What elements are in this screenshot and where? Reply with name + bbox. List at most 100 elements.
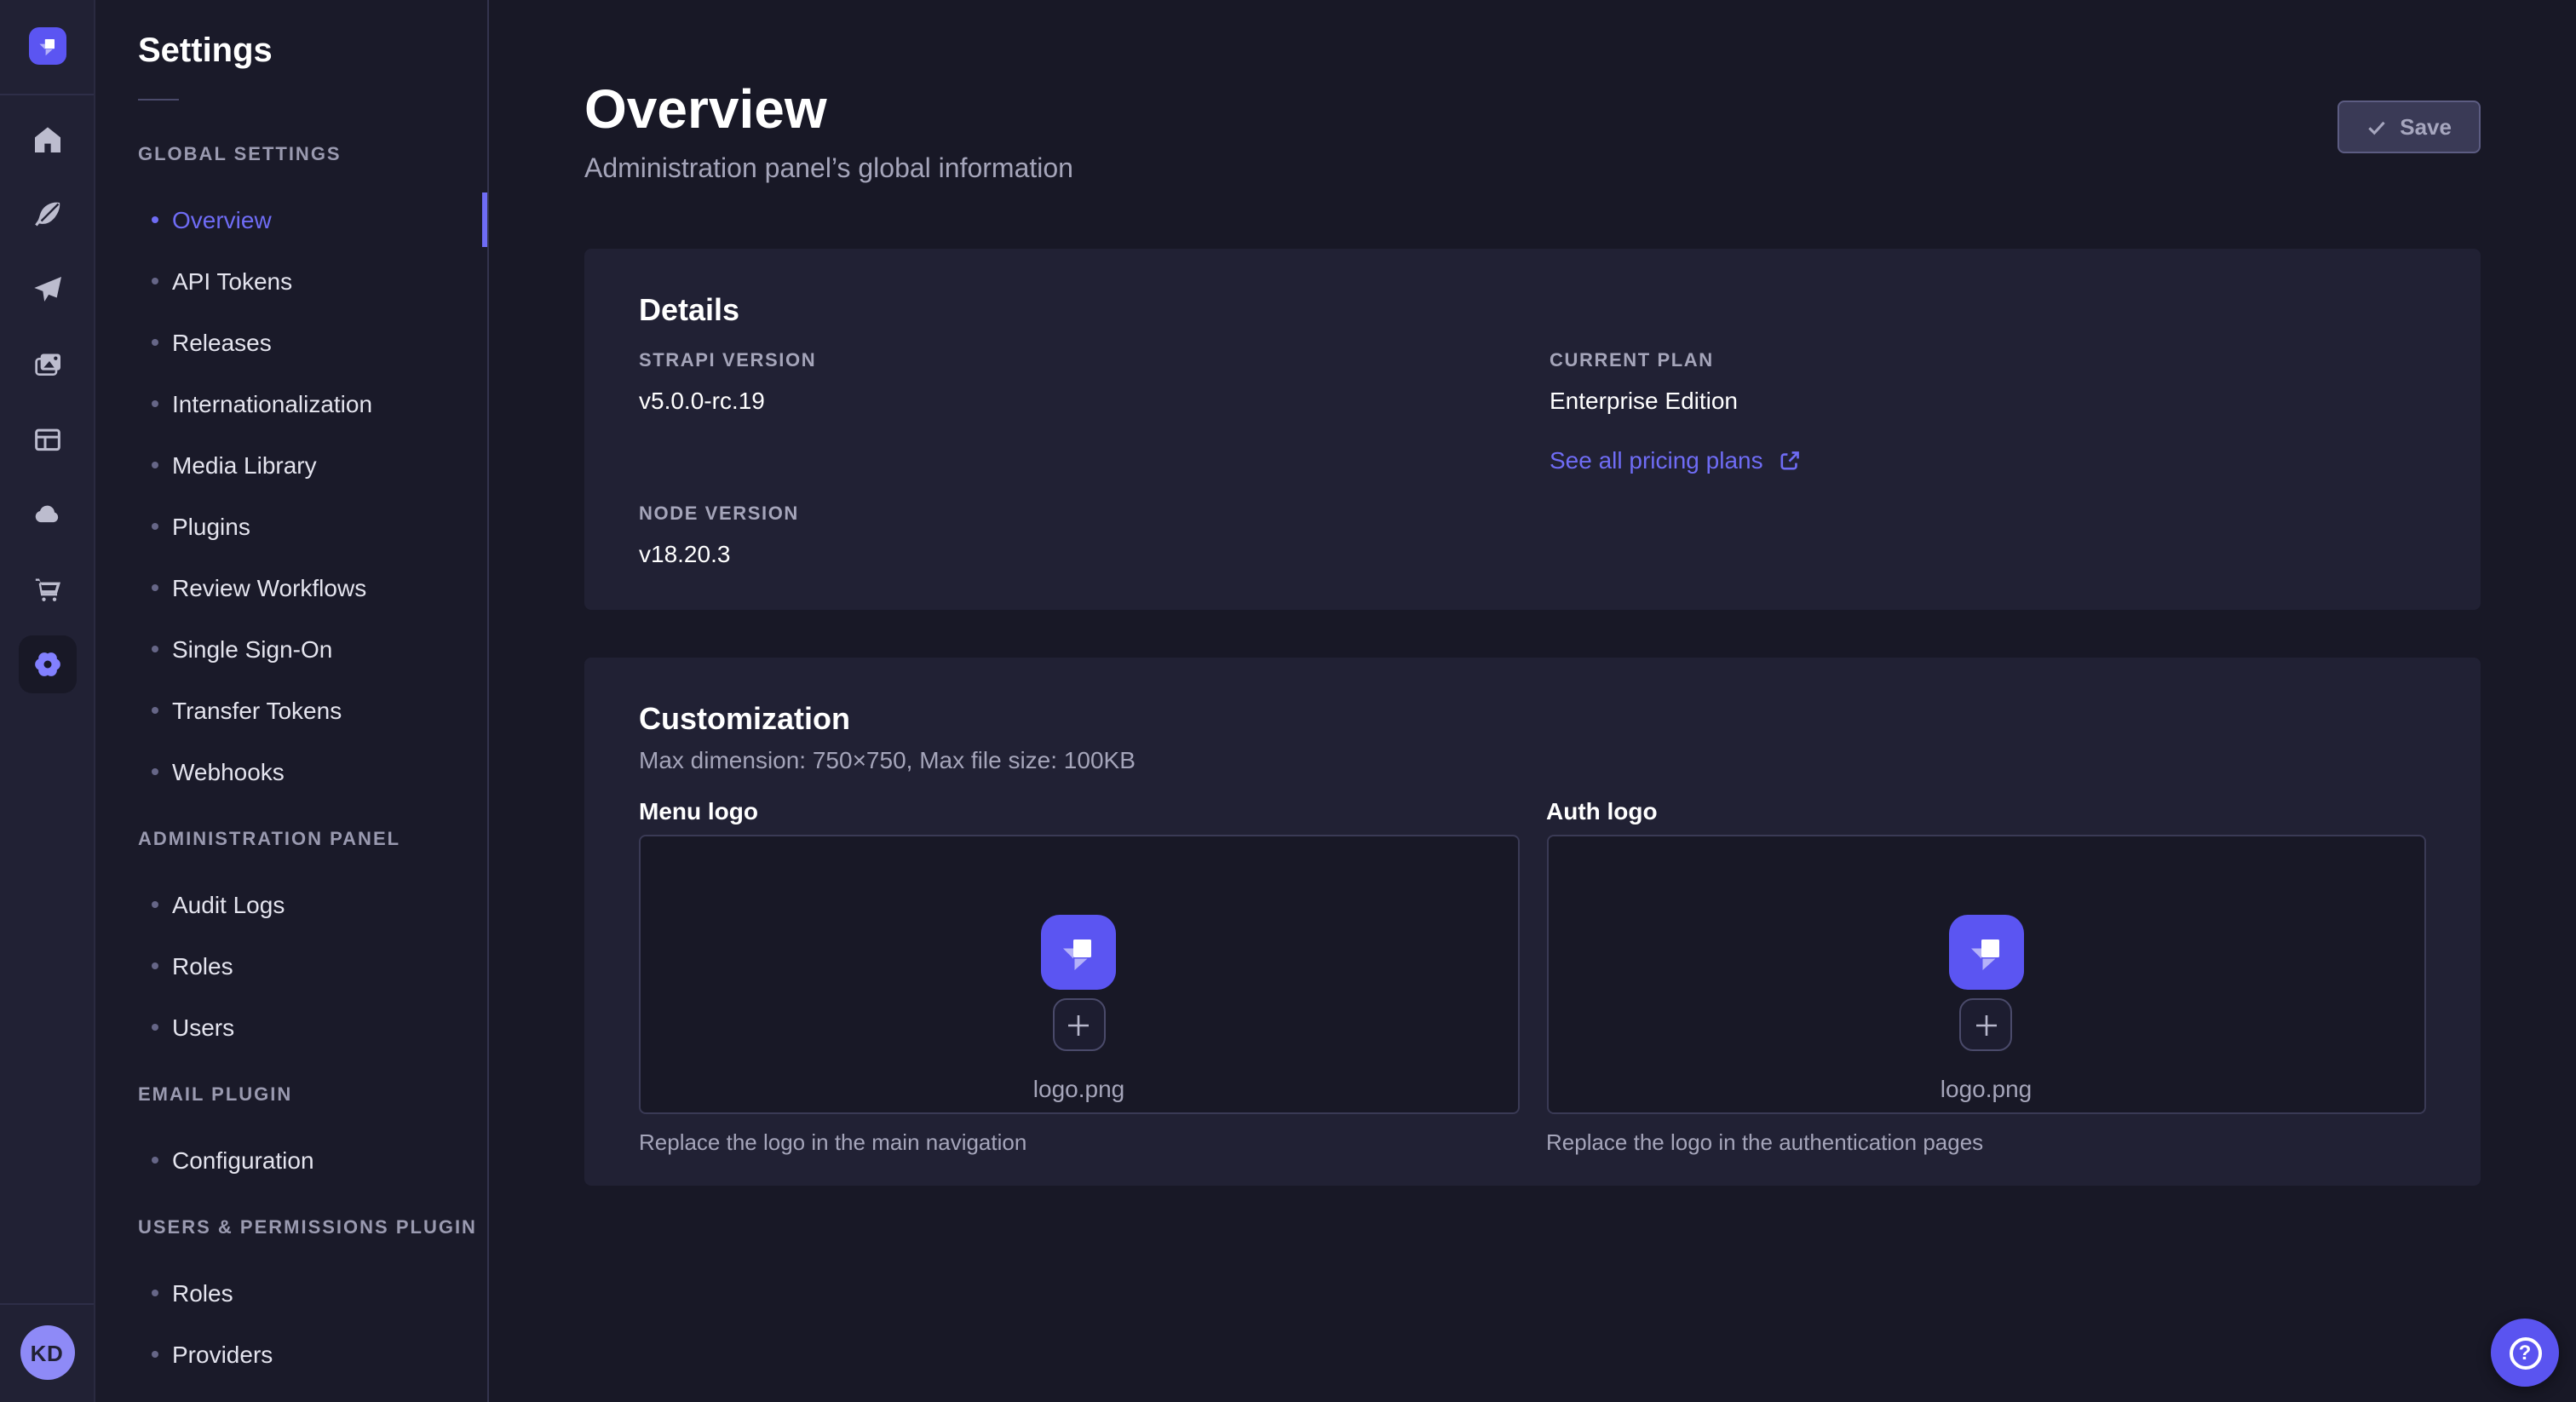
customization-card-subtitle: Max dimension: 750×750, Max file size: 1… [639, 743, 2426, 777]
menu-logo-add-button[interactable] [1053, 998, 1106, 1051]
item-label: Users [172, 1010, 234, 1044]
details-card: Details STRAPI VERSION v5.0.0-rc.19 CURR… [584, 249, 2481, 610]
subnav-item-email-configuration[interactable]: Configuration [95, 1129, 487, 1191]
auth-logo-add-button[interactable] [1960, 998, 2013, 1051]
subnav-item-media-library[interactable]: Media Library [95, 434, 487, 496]
subnav-section-global-settings: GLOBAL SETTINGS Overview API Tokens Rele… [95, 141, 487, 802]
field-value: v18.20.3 [639, 538, 1515, 569]
item-label: Media Library [172, 448, 317, 482]
media-library-icon[interactable] [30, 348, 64, 382]
item-label: Plugins [172, 509, 250, 543]
question-mark-icon: ? [2509, 1336, 2541, 1369]
item-label: Roles [172, 1276, 233, 1310]
main-nav-rail: KD [0, 0, 95, 1402]
field-value: v5.0.0-rc.19 [639, 385, 1515, 416]
field-value: Enterprise Edition [1550, 385, 2426, 416]
app-window: KD Settings GLOBAL SETTINGS Overview API… [0, 0, 2576, 1402]
subnav-item-up-providers[interactable]: Providers [95, 1324, 487, 1385]
item-label: Webhooks [172, 755, 285, 789]
subnav-item-audit-logs[interactable]: Audit Logs [95, 874, 487, 935]
auth-logo-label: Auth logo [1546, 794, 2426, 828]
strapi-version-field: STRAPI VERSION v5.0.0-rc.19 [639, 351, 1515, 477]
details-grid: STRAPI VERSION v5.0.0-rc.19 CURRENT PLAN… [639, 351, 2426, 569]
bullet-icon [152, 462, 158, 468]
strapi-logo[interactable] [28, 27, 66, 65]
bullet-icon [152, 216, 158, 223]
auth-logo-filename: logo.png [1941, 1072, 2032, 1106]
save-button-label: Save [2400, 114, 2452, 140]
bullet-icon [152, 646, 158, 652]
settings-gear-icon [30, 647, 64, 681]
customization-card-title: Customization [639, 698, 2426, 739]
rail-icon-list [18, 95, 76, 693]
pricing-plans-link[interactable]: See all pricing plans [1550, 443, 1801, 477]
bullet-icon [152, 400, 158, 407]
customization-card: Customization Max dimension: 750×750, Ma… [584, 658, 2481, 1186]
settings-subnav: Settings GLOBAL SETTINGS Overview API To… [95, 0, 489, 1402]
auth-logo-preview [1949, 915, 2024, 990]
strapi-logo-icon [1054, 927, 1105, 978]
home-icon[interactable] [30, 123, 64, 157]
item-label: Transfer Tokens [172, 693, 342, 727]
subnav-item-webhooks[interactable]: Webhooks [95, 741, 487, 802]
bullet-icon [152, 1157, 158, 1164]
subnav-item-plugins[interactable]: Plugins [95, 496, 487, 557]
bullet-icon [152, 901, 158, 908]
subnav-item-admin-roles[interactable]: Roles [95, 935, 487, 997]
subnav-title: Settings [138, 31, 446, 72]
settings-gear-button[interactable] [18, 635, 76, 693]
pricing-plans-link-label: See all pricing plans [1550, 443, 1763, 477]
subnav-item-up-roles[interactable]: Roles [95, 1262, 487, 1324]
menu-logo-dropzone[interactable]: logo.png [639, 835, 1519, 1114]
menu-logo-preview [1042, 915, 1117, 990]
field-label: CURRENT PLAN [1550, 351, 2426, 373]
menu-logo-field: Menu logo [639, 794, 1519, 1158]
save-button[interactable]: Save [2337, 101, 2481, 153]
help-button[interactable]: ? [2491, 1319, 2559, 1387]
menu-logo-label: Menu logo [639, 794, 1519, 828]
subnav-item-internationalization[interactable]: Internationalization [95, 373, 487, 434]
section-label: GLOBAL SETTINGS [95, 141, 487, 169]
content-manager-feather-icon[interactable] [30, 198, 64, 232]
check-icon [2366, 117, 2386, 137]
bullet-icon [152, 1290, 158, 1296]
menu-logo-hint: Replace the logo in the main navigation [639, 1128, 1519, 1158]
item-label: Overview [172, 203, 272, 237]
content-type-builder-icon[interactable] [30, 422, 64, 457]
subnav-section-administration-panel: ADMINISTRATION PANEL Audit Logs Roles Us… [95, 826, 487, 1058]
plus-icon [1975, 1013, 1998, 1037]
bullet-icon [152, 1351, 158, 1358]
subnav-item-overview[interactable]: Overview [95, 189, 487, 250]
item-label: Configuration [172, 1143, 314, 1177]
user-avatar[interactable]: KD [20, 1325, 74, 1380]
section-label: ADMINISTRATION PANEL [95, 826, 487, 853]
current-plan-field: CURRENT PLAN Enterprise Edition See all … [1550, 351, 2426, 477]
section-label: USERS & PERMISSIONS PLUGIN [95, 1215, 487, 1242]
page-title: Overview [584, 75, 1073, 143]
item-label: Releases [172, 325, 272, 359]
auth-logo-field: Auth logo [1546, 794, 2426, 1158]
subnav-list: GLOBAL SETTINGS Overview API Tokens Rele… [95, 101, 487, 1385]
subnav-header: Settings [95, 0, 487, 101]
subnav-item-review-workflows[interactable]: Review Workflows [95, 557, 487, 618]
subnav-item-transfer-tokens[interactable]: Transfer Tokens [95, 680, 487, 741]
item-label: Audit Logs [172, 888, 285, 922]
details-card-title: Details [639, 290, 2426, 330]
page-subtitle: Administration panel’s global informatio… [584, 150, 1073, 191]
cloud-icon[interactable] [30, 497, 64, 531]
releases-paper-plane-icon[interactable] [30, 273, 64, 307]
avatar-section: KD [0, 1303, 94, 1402]
subnav-item-api-tokens[interactable]: API Tokens [95, 250, 487, 312]
subnav-section-email-plugin: EMAIL PLUGIN Configuration [95, 1082, 487, 1191]
item-label: Internationalization [172, 387, 372, 421]
external-link-icon [1779, 449, 1801, 471]
subnav-item-single-sign-on[interactable]: Single Sign-On [95, 618, 487, 680]
field-label: NODE VERSION [639, 504, 1515, 526]
plus-icon [1067, 1013, 1091, 1037]
subnav-item-admin-users[interactable]: Users [95, 997, 487, 1058]
strapi-logo-icon [33, 32, 60, 60]
subnav-item-releases[interactable]: Releases [95, 312, 487, 373]
strapi-logo-icon [1961, 927, 2012, 978]
auth-logo-dropzone[interactable]: logo.png [1546, 835, 2426, 1114]
marketplace-cart-icon[interactable] [30, 572, 64, 606]
